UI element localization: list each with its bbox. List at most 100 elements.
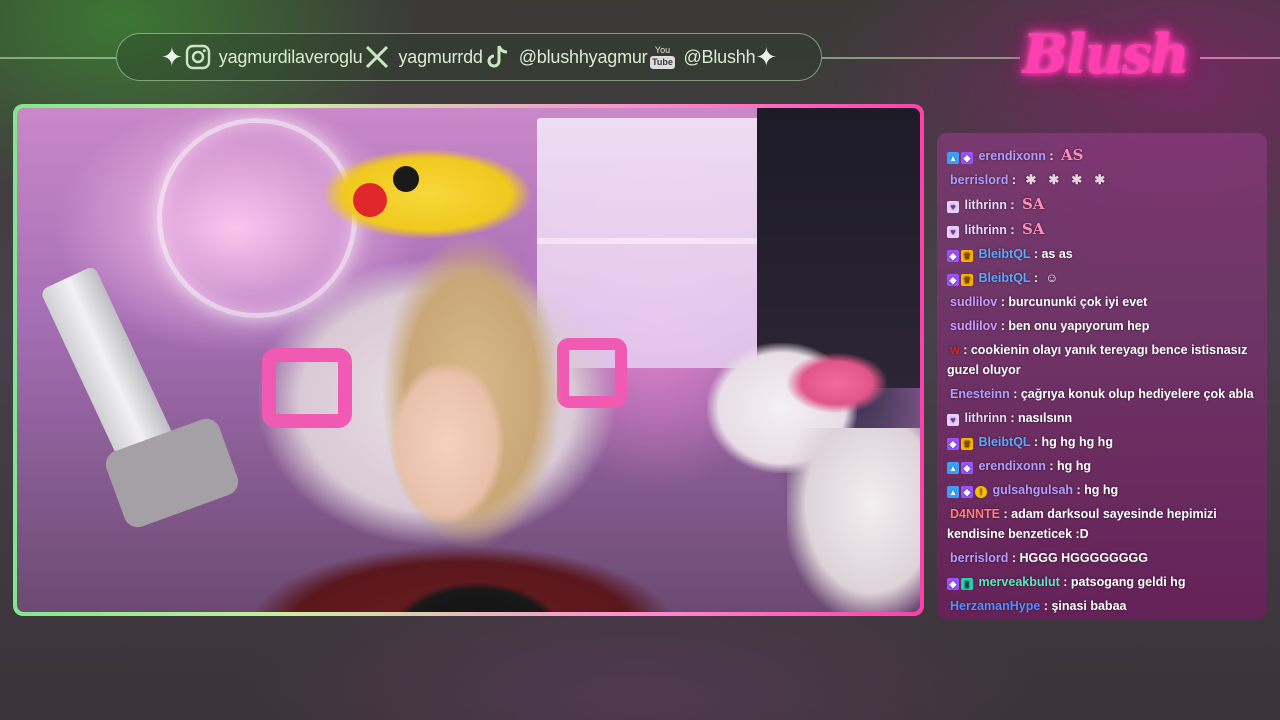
verified-badge-icon: ▴ bbox=[947, 152, 959, 164]
logo-text: Blush bbox=[1022, 22, 1189, 86]
sub-badge-icon: ◆ bbox=[961, 486, 973, 498]
chat-message: D4NNTE : adam darksoul sayesinde hepimiz… bbox=[947, 507, 1217, 541]
tiktok-link[interactable]: @blushhyagmur bbox=[483, 42, 648, 72]
sub-badge-icon: ♥ bbox=[947, 414, 959, 426]
sub-badge-icon: ◆ bbox=[947, 274, 959, 286]
spider-emote-icon: ✱ bbox=[1094, 172, 1106, 187]
chat-message: ▴ ◆! gulsahgulsah : hg hg bbox=[947, 480, 1257, 500]
spider-emote-icon: ✱ bbox=[1025, 172, 1037, 187]
chat-username[interactable]: merveakbulut bbox=[978, 575, 1059, 589]
chat-username[interactable]: gulsahgulsah bbox=[992, 483, 1073, 497]
chat-username[interactable]: Enesteinn bbox=[950, 387, 1010, 401]
youtube-icon: You Tube bbox=[647, 43, 677, 71]
sa-emote: SA bbox=[1021, 220, 1045, 238]
chat-text: cookienin olayı yanık tereyagı bence ist… bbox=[947, 343, 1248, 377]
chat-username[interactable]: BleibtQL bbox=[978, 271, 1030, 285]
chat-message: Enesteinn : çağrıya konuk olup hediyeler… bbox=[950, 387, 1254, 401]
chat-username[interactable]: lithrinn bbox=[964, 198, 1006, 212]
chat-message: ♥ lithrinn : SA bbox=[947, 194, 1257, 215]
chat-text: çağrıya konuk olup hediyelere çok abla bbox=[1020, 387, 1254, 401]
chat-text: HGGG HGGGGGGGG bbox=[1019, 551, 1148, 565]
spider-emote-icon: ✱ bbox=[1048, 172, 1060, 187]
chat-username[interactable]: erendixonn bbox=[978, 459, 1045, 473]
tiktok-handle: @blushhyagmur bbox=[518, 46, 648, 67]
chat-message: ♥ lithrinn : SA bbox=[947, 219, 1257, 240]
instagram-link[interactable]: yagmurdilaveroglu bbox=[183, 42, 363, 72]
chat-message: sudlilov : ben onu yapıyorum hep bbox=[950, 319, 1150, 333]
chat-message: ◆ ♛ BleibtQL : ☺ bbox=[947, 268, 1257, 288]
spider-emote-icon: ✱ bbox=[1071, 172, 1083, 187]
chair-armrest-left bbox=[262, 348, 352, 428]
chat-username[interactable]: BleibtQL bbox=[978, 247, 1030, 261]
x-link[interactable]: yagmurrdd bbox=[362, 42, 483, 72]
blush-logo: Blush bbox=[1022, 14, 1189, 94]
chat-text: ben onu yapıyorum hep bbox=[1008, 319, 1150, 333]
webcam-frame bbox=[13, 104, 924, 616]
chat-username[interactable]: berrislord bbox=[950, 173, 1008, 187]
streamer-face bbox=[372, 338, 522, 548]
chat-message: ▴ ◆ erendixonn : AS bbox=[947, 145, 1257, 166]
chat-message: sudlilov : burcununki çok iyi evet bbox=[950, 295, 1148, 309]
chat-message: berrislord : ✱ ✱ ✱ ✱ bbox=[950, 172, 1106, 187]
instagram-icon bbox=[183, 42, 213, 72]
chat-username[interactable]: HerzamanHype bbox=[950, 599, 1040, 613]
face-emote-icon: ☺ bbox=[1045, 271, 1059, 285]
chat-username[interactable]: lithrinn bbox=[964, 223, 1006, 237]
chat-text: şinasi babaa bbox=[1051, 599, 1127, 613]
as-emote: AS bbox=[1060, 146, 1084, 164]
chat-text: hg hg bbox=[1056, 459, 1091, 473]
sa-emote: SA bbox=[1021, 195, 1045, 213]
chat-panel: ▴ ◆ erendixonn : AS berrislord : ✱ ✱ ✱ ✱ ♥ l… bbox=[937, 133, 1267, 619]
crown-badge-icon: ♛ bbox=[961, 274, 973, 286]
webcam-feed bbox=[17, 108, 920, 612]
chat-text: nasılsınn bbox=[1017, 411, 1073, 425]
chat-username[interactable]: sudlilov bbox=[950, 295, 997, 309]
youtube-handle: @Blushh bbox=[683, 46, 756, 67]
chat-username[interactable]: lithrinn bbox=[964, 411, 1006, 425]
chat-text: patsogang geldi hg bbox=[1070, 575, 1186, 589]
sub-badge-icon: ♥ bbox=[947, 201, 959, 213]
chat-text: burcununki çok iyi evet bbox=[1008, 295, 1148, 309]
sparkle-icon: ✦ bbox=[755, 42, 778, 72]
chat-text: hg hg hg hg bbox=[1041, 435, 1113, 449]
chat-message: ▴ ◆ erendixonn : hg hg bbox=[947, 456, 1257, 476]
crown-badge-icon: ♛ bbox=[961, 438, 973, 450]
chat-message: ♥ lithrinn : nasılsınn bbox=[947, 408, 1257, 428]
chat-text: hg hg bbox=[1084, 483, 1119, 497]
instagram-handle: yagmurdilaveroglu bbox=[218, 46, 363, 67]
youtube-logo-top: You bbox=[654, 44, 671, 55]
sub-badge-icon: ◆ bbox=[961, 462, 973, 474]
sub-badge-icon: ◆ bbox=[947, 438, 959, 450]
sub-badge-icon: ◆ bbox=[961, 152, 973, 164]
x-logo-icon bbox=[362, 42, 392, 72]
sub-badge-icon: ◆ bbox=[947, 250, 959, 262]
logo-divider-line bbox=[1200, 57, 1280, 59]
chat-message: berrislord : HGGG HGGGGGGGG bbox=[950, 551, 1148, 565]
youtube-link[interactable]: You Tube @Blushh bbox=[647, 43, 756, 71]
chat-username[interactable]: D4NNTE bbox=[950, 507, 1000, 521]
chat-message: w : cookienin olayı yanık tereyagı bence… bbox=[947, 343, 1248, 377]
chat-username[interactable]: berrislord bbox=[950, 551, 1008, 565]
chat-message: ◆ ♛ BleibtQL : as as bbox=[947, 244, 1257, 264]
verified-badge-icon: ▴ bbox=[947, 462, 959, 474]
chat-message: HerzamanHype : şinasi babaa bbox=[950, 599, 1127, 613]
middle-divider-line bbox=[822, 57, 1020, 59]
unicorn-mane bbox=[787, 353, 887, 413]
youtube-logo-bottom: Tube bbox=[650, 55, 675, 69]
pikachu-eye bbox=[393, 166, 419, 192]
sparkle-icon: ✦ bbox=[161, 42, 183, 72]
social-links-bar: ✦ yagmurdilaveroglu yagmurrdd @blushhyag… bbox=[116, 33, 822, 81]
crown-badge-icon: ♛ bbox=[961, 250, 973, 262]
chat-username[interactable]: sudlilov bbox=[950, 319, 997, 333]
x-handle: yagmurrdd bbox=[398, 46, 483, 67]
chat-text: as as bbox=[1041, 247, 1073, 261]
verified-badge-icon: ▴ bbox=[947, 486, 959, 498]
chat-username[interactable]: erendixonn bbox=[978, 149, 1045, 163]
cat-tree bbox=[787, 428, 920, 612]
chat-username[interactable]: BleibtQL bbox=[978, 435, 1030, 449]
sub-badge-icon: ◆ bbox=[947, 578, 959, 590]
sub-badge-icon: ♥ bbox=[947, 226, 959, 238]
chat-username[interactable]: w bbox=[950, 343, 960, 357]
tiktok-icon bbox=[483, 42, 513, 72]
coin-badge-icon: ! bbox=[975, 486, 987, 498]
